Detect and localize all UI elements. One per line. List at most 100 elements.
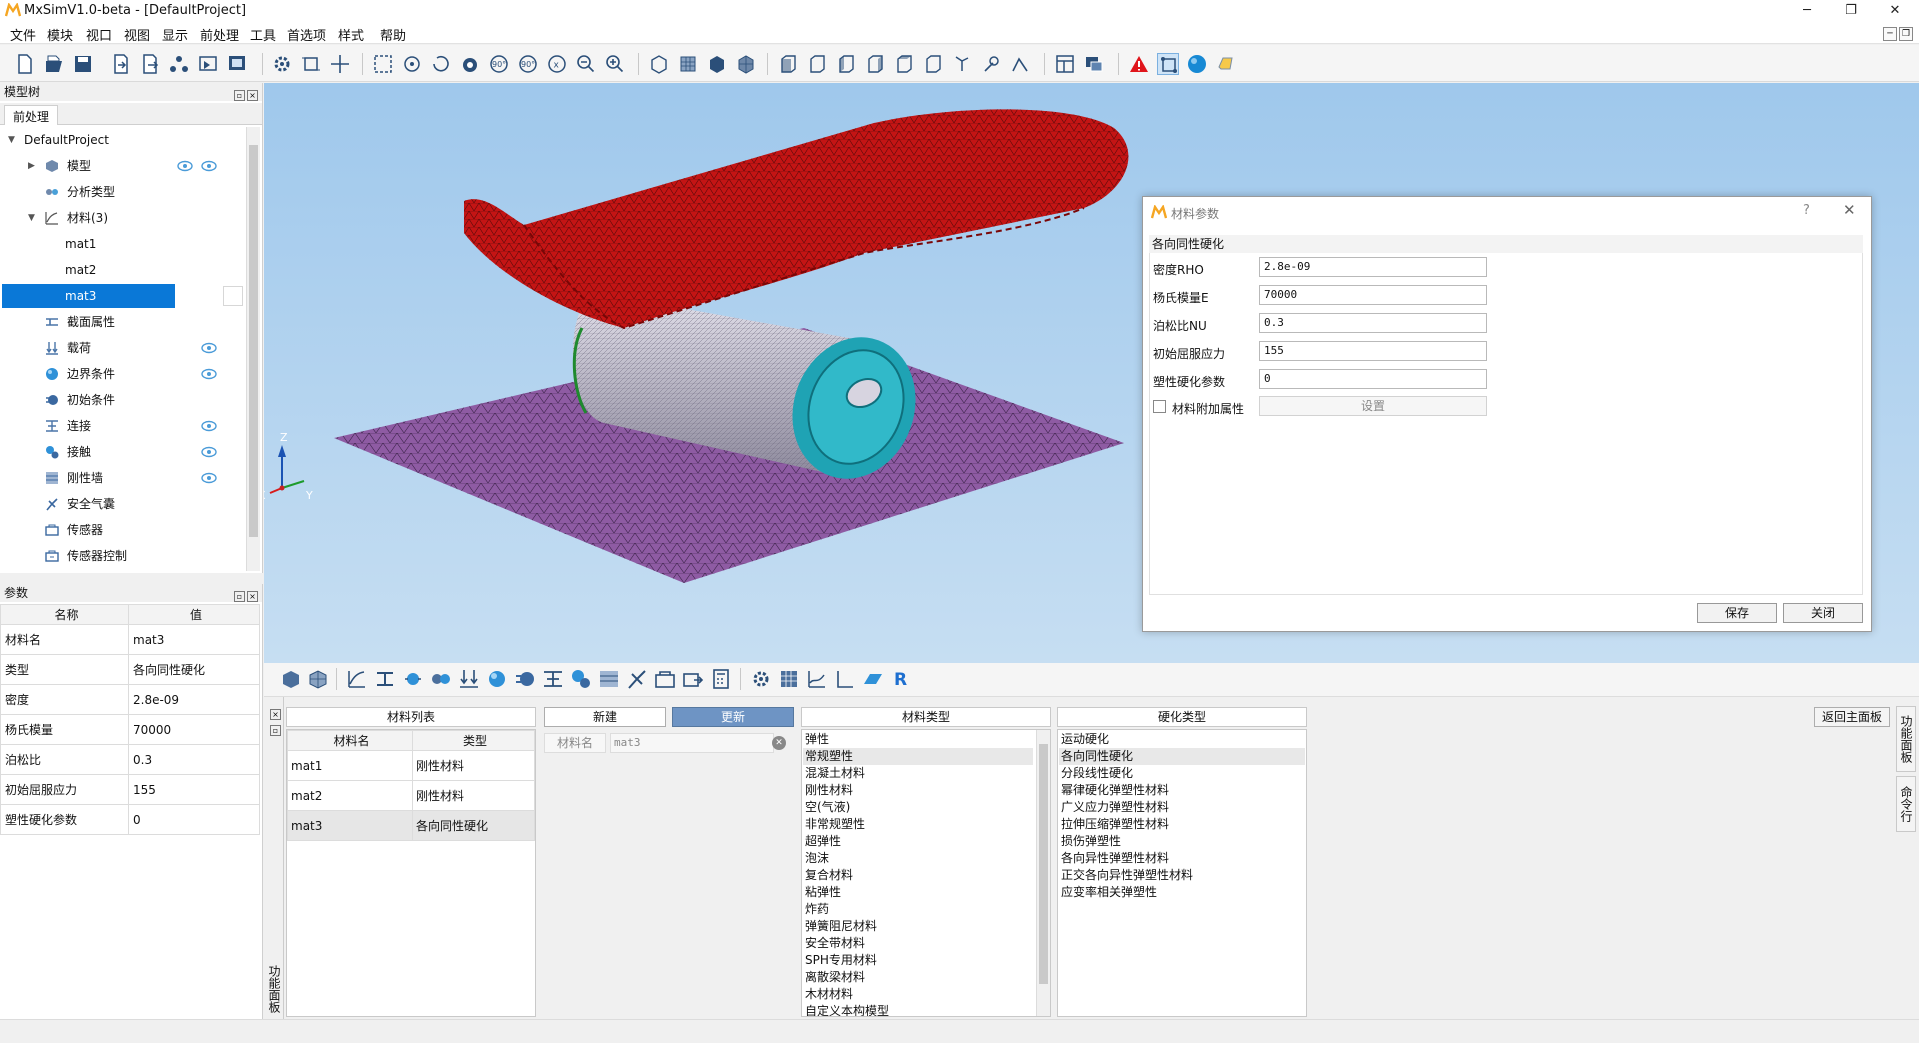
density-field[interactable]: 2.8e-09 <box>1259 257 1487 277</box>
view-back-icon[interactable] <box>806 53 828 75</box>
view-iso-icon[interactable] <box>951 53 973 75</box>
visibility-eye-icon[interactable] <box>201 420 217 432</box>
extra-props-checkbox[interactable] <box>1153 400 1166 413</box>
table-row[interactable]: 初始屈服应力 155 <box>0 774 260 805</box>
material-name-input[interactable]: mat3 <box>610 733 774 753</box>
menu-style[interactable]: 样式 <box>338 25 364 44</box>
list-item[interactable]: 广义应力弹塑性材料 <box>1061 799 1169 816</box>
visibility-eye-icon[interactable] <box>201 342 217 354</box>
shape-icon[interactable] <box>1215 53 1237 75</box>
rotate-free-icon[interactable] <box>459 53 481 75</box>
expand-arrow-icon[interactable]: ▶ <box>28 155 35 177</box>
close-panel-button[interactable]: × <box>247 90 258 101</box>
hardening-types-list[interactable]: 运动硬化 各向同性硬化 分段线性硬化 幂律硬化弹塑性材料 广义应力弹塑性材料 拉… <box>1057 729 1307 1017</box>
zoom-out-icon[interactable] <box>575 53 597 75</box>
probe-icon[interactable] <box>980 53 1002 75</box>
rotate-x-icon[interactable]: x <box>546 53 568 75</box>
hierarchy-icon[interactable] <box>168 53 190 75</box>
list-item[interactable]: 各向异性弹塑性材料 <box>1061 850 1169 867</box>
list-item[interactable]: 损伤弹塑性 <box>1061 833 1121 850</box>
mesh-icon[interactable] <box>677 53 699 75</box>
close-window-button[interactable]: ✕ <box>1873 0 1917 22</box>
tree-item-rigid-wall[interactable]: 刚性墙 <box>0 467 245 489</box>
grid-icon[interactable] <box>778 668 800 690</box>
zoom-in-icon[interactable] <box>604 53 626 75</box>
menu-viewport[interactable]: 视口 <box>86 25 112 44</box>
list-item[interactable]: 各向同性硬化 <box>1061 748 1133 765</box>
list-item[interactable]: 正交各向异性弹塑性材料 <box>1061 867 1193 884</box>
export-icon[interactable] <box>139 53 161 75</box>
tree-item-mat2[interactable]: mat2 <box>0 259 245 281</box>
sensor-control-tool-icon[interactable] <box>682 668 704 690</box>
tree-item-materials[interactable]: ▼ 材料(3) <box>0 207 245 229</box>
rotate-90-icon[interactable]: 90° <box>488 53 510 75</box>
tree-root[interactable]: ▼ DefaultProject <box>0 129 245 151</box>
list-item[interactable]: 运动硬化 <box>1061 731 1109 748</box>
menu-view[interactable]: 视图 <box>124 25 150 44</box>
visibility-eye-icon[interactable] <box>201 368 217 380</box>
clear-input-icon[interactable]: ✕ <box>772 736 786 750</box>
list-item[interactable]: SPH专用材料 <box>805 952 877 969</box>
shaded-mesh-icon[interactable] <box>735 53 757 75</box>
view-top-icon[interactable] <box>893 53 915 75</box>
tree-item-load[interactable]: 载荷 <box>0 337 245 359</box>
table-row[interactable]: 塑性硬化参数 0 <box>0 804 260 835</box>
rotate-minus-90-icon[interactable]: 90° <box>517 53 539 75</box>
r-tool-icon[interactable]: R <box>890 668 912 690</box>
save-icon[interactable] <box>72 53 94 75</box>
poisson-ratio-field[interactable]: 0.3 <box>1259 313 1487 333</box>
layout-icon[interactable] <box>1054 53 1076 75</box>
tree-item-airbag[interactable]: 安全气囊 <box>0 493 245 515</box>
tree-item-mat1[interactable]: mat1 <box>0 233 245 255</box>
visibility-eye-icon[interactable] <box>201 472 217 484</box>
wireframe-icon[interactable] <box>648 53 670 75</box>
tree-item-section[interactable]: 截面属性 <box>0 311 245 333</box>
table-row[interactable]: 材料名 mat3 <box>0 624 260 655</box>
menu-preprocess[interactable]: 前处理 <box>200 25 239 44</box>
tree-item-sensor[interactable]: 传感器 <box>0 519 245 541</box>
list-item[interactable]: 复合材料 <box>805 867 853 884</box>
collapse-arrow-icon[interactable]: ▼ <box>28 207 35 229</box>
tree-item-sensor-control[interactable]: 传感器控制 <box>0 545 245 567</box>
table-row[interactable]: 杨氏模量 70000 <box>0 714 260 745</box>
list-item[interactable]: 木材材料 <box>805 986 853 1003</box>
visibility-eye-icon[interactable] <box>201 160 217 172</box>
mdi-minimize-button[interactable]: ─ <box>1883 27 1897 41</box>
zoom-box-icon[interactable] <box>372 53 394 75</box>
plot-curve-icon[interactable] <box>806 668 828 690</box>
save-button[interactable]: 保存 <box>1697 603 1777 623</box>
calculator-icon[interactable] <box>710 668 732 690</box>
view-right-icon[interactable] <box>864 53 886 75</box>
airbag-tool-icon[interactable] <box>626 668 648 690</box>
section-tool-icon[interactable] <box>374 668 396 690</box>
tree-item-analysis-type[interactable]: 分析类型 <box>0 181 245 203</box>
list-item[interactable]: 炸药 <box>805 901 829 918</box>
measure-icon[interactable] <box>1009 53 1031 75</box>
view-left-icon[interactable] <box>835 53 857 75</box>
import-icon[interactable] <box>110 53 132 75</box>
tree-item-model[interactable]: ▶ 模型 <box>0 155 245 177</box>
collapse-arrow-icon[interactable]: ▼ <box>8 129 15 151</box>
settings-button[interactable]: 设置 <box>1259 396 1487 416</box>
list-item[interactable]: 混凝土材料 <box>805 765 865 782</box>
list-item[interactable]: 分段线性硬化 <box>1061 765 1133 782</box>
menu-module[interactable]: 模块 <box>47 25 73 44</box>
menu-preferences[interactable]: 首选项 <box>287 25 326 44</box>
rigid-wall-tool-icon[interactable] <box>598 668 620 690</box>
dialog-help-button[interactable]: ? <box>1803 203 1810 218</box>
list-item[interactable]: 安全带材料 <box>805 935 865 952</box>
tree-item-initial[interactable]: 初始条件 <box>0 389 245 411</box>
list-item[interactable]: 离散梁材料 <box>805 969 865 986</box>
visibility-eye-icon[interactable] <box>201 446 217 458</box>
tree-scrollbar[interactable] <box>246 127 260 571</box>
part-icon[interactable] <box>280 668 302 690</box>
initial-tool-icon[interactable] <box>514 668 536 690</box>
tree-scroll-thumb[interactable] <box>249 145 258 537</box>
menu-file[interactable]: 文件 <box>10 25 36 44</box>
plane-icon[interactable] <box>862 668 884 690</box>
new-file-icon[interactable] <box>14 53 36 75</box>
visibility-eye-icon[interactable] <box>177 160 193 172</box>
load-tool-icon[interactable] <box>458 668 480 690</box>
youngs-modulus-field[interactable]: 70000 <box>1259 285 1487 305</box>
tab-function-panel[interactable]: 功能面板 <box>1896 706 1916 772</box>
